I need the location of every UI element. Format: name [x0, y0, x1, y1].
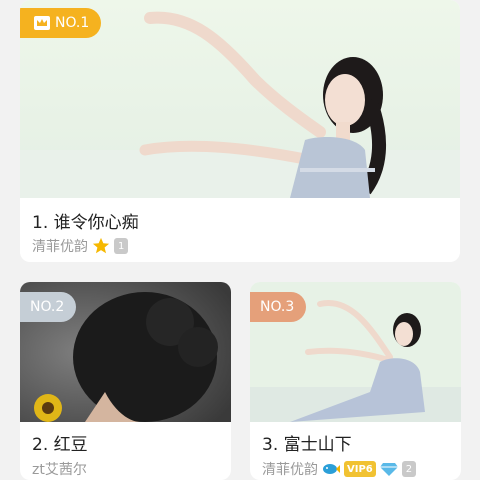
song-meta: zt艾茜尔	[32, 459, 87, 479]
rank-label: NO.2	[30, 299, 65, 315]
song-title[interactable]: 3. 富士山下	[262, 430, 352, 455]
rank-label: NO.3	[260, 299, 295, 315]
song-title[interactable]: 1. 谁令你心痴	[32, 208, 139, 233]
song-card-3[interactable]: NO.3 3. 富士山下 清菲优韵 VIP6 2	[250, 282, 461, 480]
fish-icon	[323, 464, 340, 474]
song-meta: 清菲优韵 VIP6 2	[262, 459, 417, 479]
song-meta: 清菲优韵 1	[32, 236, 129, 256]
star-icon	[92, 237, 110, 254]
rank-badge-1: NO.1	[20, 8, 102, 38]
song-card-1[interactable]: NO.1 1. 谁令你心痴 清菲优韵 1	[20, 0, 460, 262]
author-name[interactable]: zt艾茜尔	[32, 459, 87, 479]
author-name[interactable]: 清菲优韵	[32, 236, 88, 256]
author-name[interactable]: 清菲优韵	[262, 459, 318, 479]
rank-badge-3: NO.3	[250, 292, 307, 322]
crown-icon	[34, 16, 50, 30]
level-badge: 2	[401, 461, 417, 477]
song-card-2[interactable]: NO.2 2. 红豆 zt艾茜尔	[20, 282, 231, 480]
level-badge: 1	[114, 238, 129, 254]
diamond-icon	[379, 463, 398, 476]
song-title[interactable]: 2. 红豆	[32, 430, 88, 455]
rank-badge-2: NO.2	[20, 292, 77, 322]
rank-label: NO.1	[55, 15, 90, 31]
vip-badge: VIP6	[344, 461, 376, 477]
